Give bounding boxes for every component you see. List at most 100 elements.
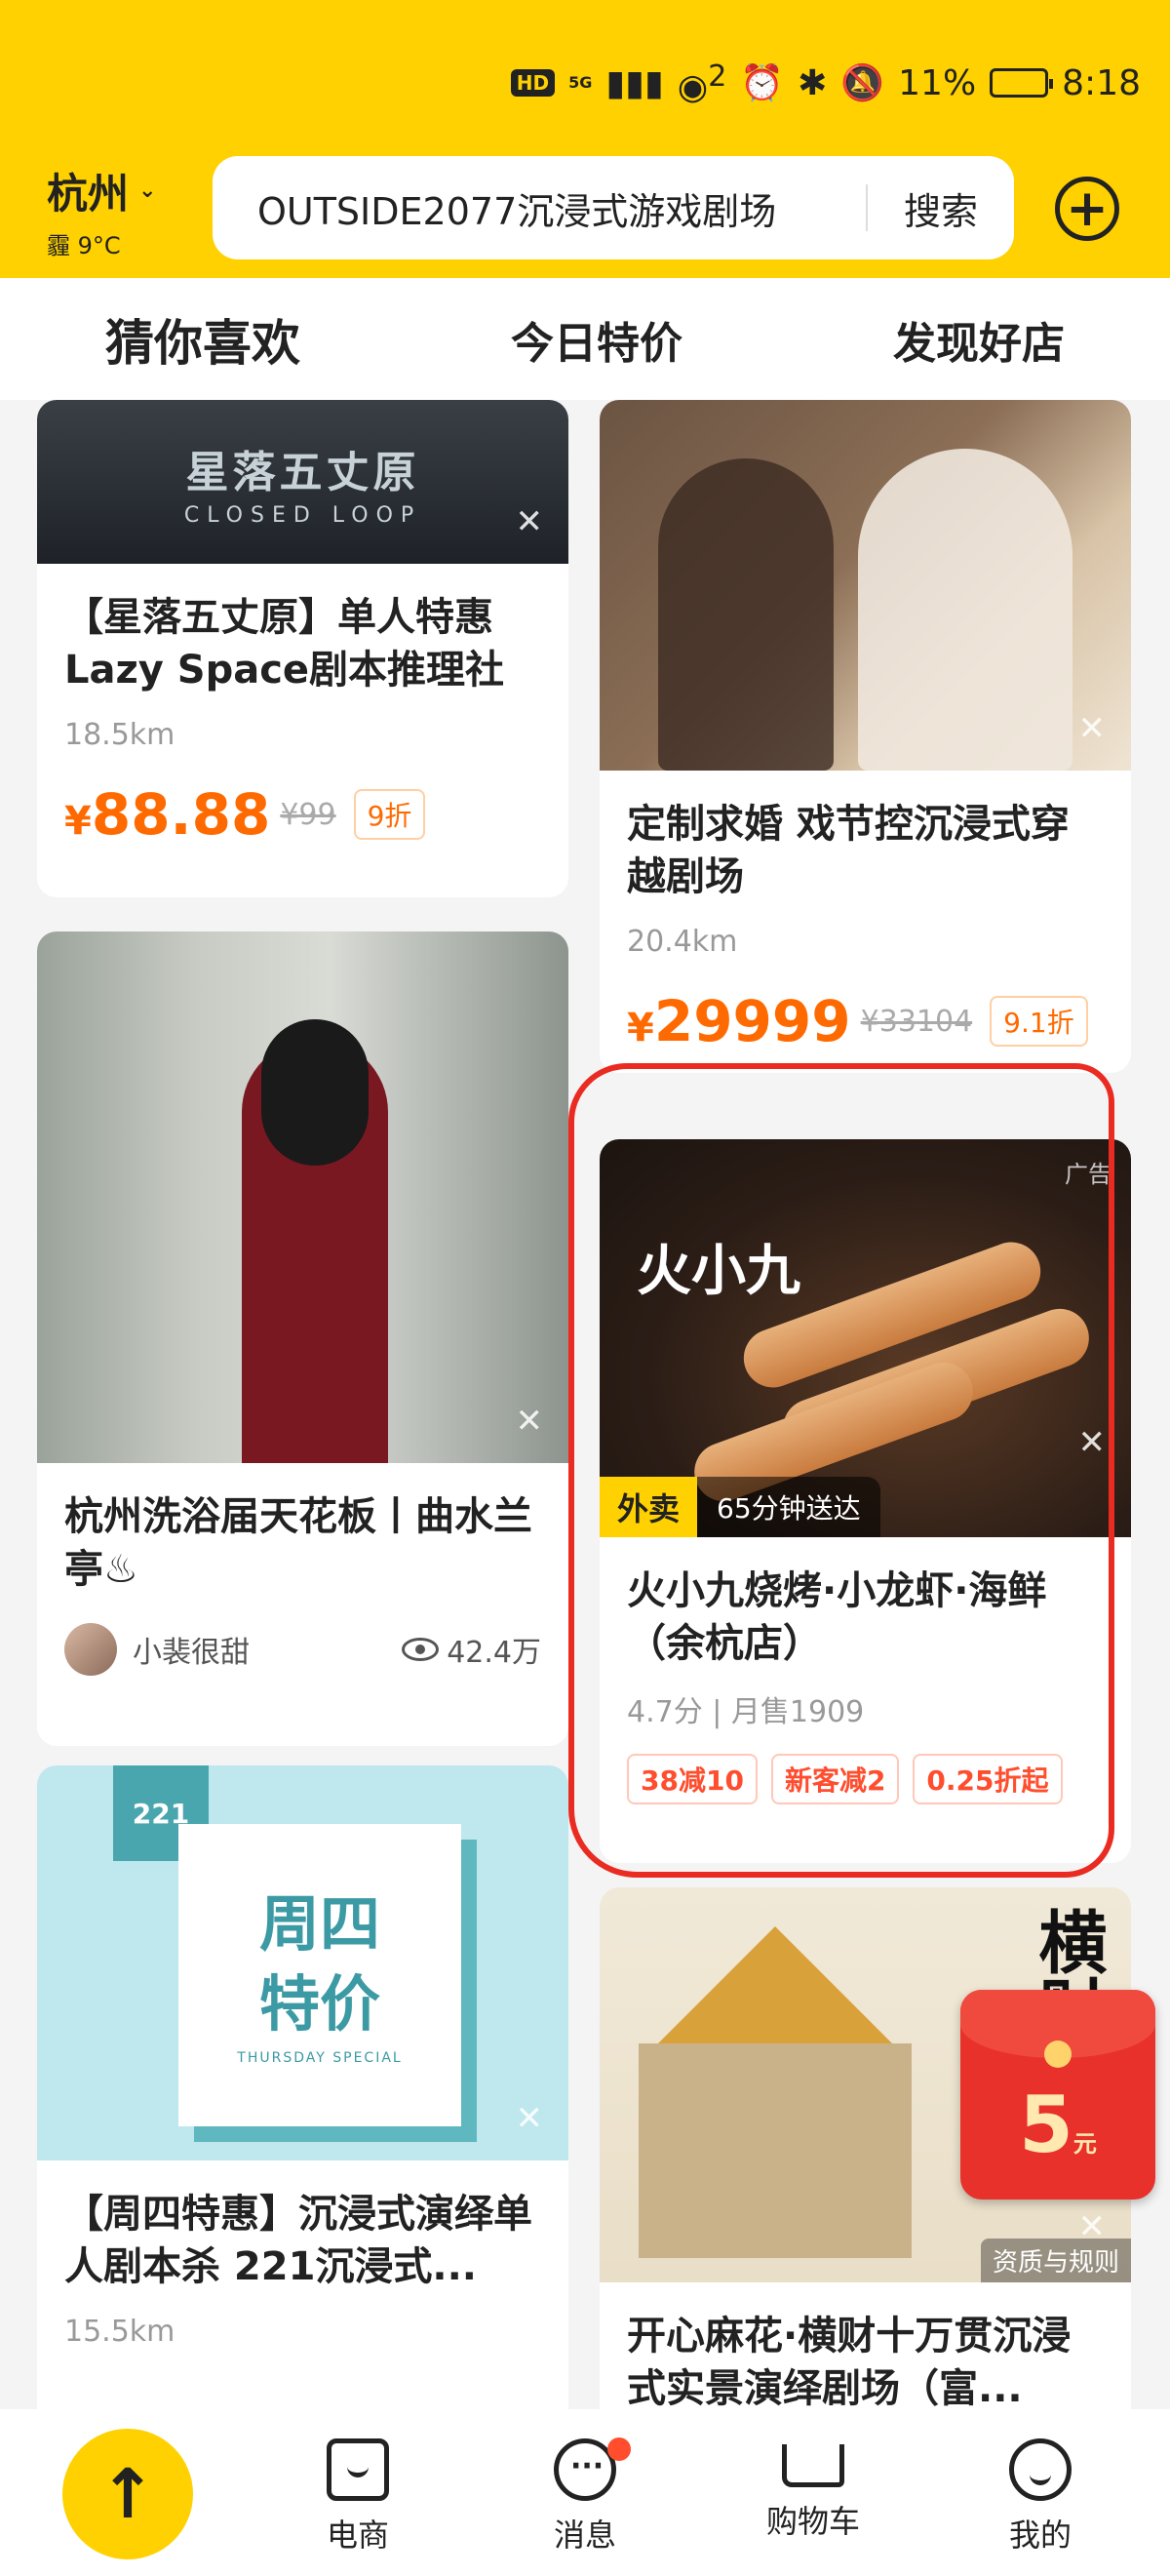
bluetooth-icon: ✱ bbox=[798, 62, 828, 103]
qualification-link[interactable]: 资质与规则 bbox=[980, 2239, 1131, 2282]
cart-icon bbox=[782, 2444, 844, 2487]
close-icon[interactable]: ✕ bbox=[1078, 2210, 1107, 2243]
original-price: ¥33104 bbox=[860, 1004, 973, 1039]
nav-item-messages[interactable]: 消息 bbox=[507, 2437, 663, 2556]
feed-tabs: 猜你喜欢 今日特价 发现好店 bbox=[0, 278, 1170, 400]
avatar[interactable] bbox=[64, 1623, 117, 1676]
status-bar: HD 5G ▮▮▮ ◉2 ⏰ ✱ 🔕 11% 8:18 bbox=[510, 59, 1141, 107]
delivery-tag: 外卖 bbox=[600, 1477, 698, 1537]
search-bar[interactable]: OUTSIDE2077沉浸式游戏剧场 搜索 bbox=[213, 156, 1014, 259]
bottom-nav: ↑ 电商 消息 购物车 我的 bbox=[0, 2409, 1170, 2576]
eye-icon bbox=[402, 1638, 440, 1661]
card-game[interactable]: 星落五丈原 CLOSED LOOP ✕ 【星落五丈原】单人特惠Lazy Spac… bbox=[37, 400, 568, 897]
delivery-time: 65分钟送达 bbox=[697, 1477, 880, 1537]
nav-item-profile[interactable]: 我的 bbox=[962, 2438, 1118, 2556]
price-value: 29999 bbox=[653, 988, 851, 1054]
photo-figure bbox=[858, 449, 1072, 771]
discount-badge: 9.1折 bbox=[990, 996, 1088, 1047]
tab-guess-you-like[interactable]: 猜你喜欢 bbox=[105, 304, 300, 376]
card-title: 【星落五丈原】单人特惠Lazy Space剧本推理社 bbox=[64, 595, 505, 693]
card-title: 定制求婚 戏节控沉浸式穿越剧场 bbox=[627, 802, 1070, 899]
promo-row: 38减10 新客减2 0.25折起 bbox=[627, 1754, 1104, 1804]
distance: 18.5km bbox=[64, 718, 176, 752]
battery-percent: 11% bbox=[898, 62, 977, 103]
close-icon[interactable]: ✕ bbox=[1078, 712, 1107, 745]
red-packet-button[interactable]: 5元 bbox=[960, 1990, 1155, 2200]
add-icon[interactable]: + bbox=[1055, 177, 1119, 241]
distance: 15.5km bbox=[64, 2315, 176, 2349]
promo-badge: 38减10 bbox=[627, 1754, 758, 1804]
card-food-ad[interactable]: 火小九 广告 ✕ 外卖 65分钟送达 火小九烧烤·小龙虾·海鲜（余杭店） 4.7… bbox=[600, 1139, 1131, 1863]
close-icon[interactable]: ✕ bbox=[516, 2102, 544, 2135]
red-packet-seal bbox=[1044, 2041, 1072, 2068]
card-image: ✕ bbox=[37, 931, 568, 1463]
card-image: 星落五丈原 CLOSED LOOP ✕ bbox=[37, 400, 568, 564]
rating-sales: 4.7分 | 月售1909 bbox=[627, 1695, 865, 1729]
image-title: 星落五丈原 bbox=[185, 447, 420, 497]
close-icon[interactable]: ✕ bbox=[516, 1405, 544, 1438]
price-symbol: ¥ bbox=[627, 1006, 654, 1050]
photo-figure bbox=[658, 458, 834, 771]
card-title: 【周四特惠】沉浸式演绎单人剧本杀 221沉浸式... bbox=[64, 2192, 532, 2289]
view-count: 42.4万 bbox=[402, 1628, 541, 1671]
card-image: ✕ bbox=[600, 400, 1131, 771]
tab-daily-deals[interactable]: 今日特价 bbox=[511, 308, 682, 371]
hotspot-icon: ◉2 bbox=[677, 59, 727, 107]
shop-logo: 火小九 bbox=[637, 1239, 800, 1303]
hd-indicator: HD bbox=[510, 69, 556, 97]
illustration-roof bbox=[658, 1926, 892, 2043]
nav-label: 购物车 bbox=[765, 2503, 860, 2540]
promo-panel: 周四 特价 THURSDAY SPECIAL bbox=[178, 1824, 461, 2126]
nav-label: 我的 bbox=[1008, 2517, 1072, 2554]
photo-figure bbox=[261, 1019, 369, 1166]
promo-badge: 0.25折起 bbox=[913, 1754, 1063, 1804]
price-value: 88.88 bbox=[91, 781, 271, 848]
author-name[interactable]: 小裴很甜 bbox=[133, 1628, 402, 1671]
card-image: 221 周四 特价 THURSDAY SPECIAL ✕ bbox=[37, 1765, 568, 2160]
ad-label: 广告 bbox=[1065, 1161, 1112, 1188]
search-button[interactable]: 搜索 bbox=[868, 181, 1014, 235]
city-name: 杭州 bbox=[47, 170, 130, 218]
battery-icon bbox=[990, 68, 1054, 98]
promo-badge: 新客减2 bbox=[770, 1754, 900, 1804]
red-packet-amount: 5元 bbox=[1019, 2080, 1097, 2170]
nav-label: 电商 bbox=[326, 2517, 389, 2554]
nav-label: 消息 bbox=[553, 2517, 616, 2554]
card-title: 杭州洗浴届天花板丨曲水兰亭♨ bbox=[64, 1494, 532, 1592]
close-icon[interactable]: ✕ bbox=[516, 505, 544, 538]
signal-indicator: 5G bbox=[568, 73, 593, 92]
tab-discover-shops[interactable]: 发现好店 bbox=[893, 308, 1065, 371]
promo-text: 周四 bbox=[258, 1888, 380, 1960]
illustration-wall bbox=[639, 2043, 912, 2258]
delivery-strip: 外卖 65分钟送达 bbox=[600, 1477, 880, 1537]
mute-icon: 🔕 bbox=[840, 63, 885, 103]
profile-icon bbox=[1009, 2438, 1072, 2501]
weather-info: 霾 9°C bbox=[47, 232, 121, 259]
red-packet-unit: 元 bbox=[1072, 2130, 1097, 2158]
original-price: ¥99 bbox=[280, 797, 336, 832]
card-title: 开心麻花·横财十万贯沉浸式实景演绎剧场（富... bbox=[627, 2314, 1072, 2409]
app-header: HD 5G ▮▮▮ ◉2 ⏰ ✱ 🔕 11% 8:18 杭州 ⌄ 霾 9°C O… bbox=[0, 0, 1170, 278]
card-bath[interactable]: ✕ 杭州洗浴届天花板丨曲水兰亭♨ 小裴很甜 42.4万 bbox=[37, 931, 568, 1746]
nav-item-cart[interactable]: 购物车 bbox=[735, 2438, 891, 2542]
hotspot-count: 2 bbox=[708, 59, 727, 94]
search-input[interactable]: OUTSIDE2077沉浸式游戏剧场 bbox=[213, 181, 866, 235]
arrow-up-icon[interactable]: ↑ bbox=[62, 2429, 193, 2559]
shop-icon bbox=[327, 2438, 389, 2501]
card-image: 火小九 广告 ✕ 外卖 65分钟送达 bbox=[600, 1139, 1131, 1537]
close-icon[interactable]: ✕ bbox=[1078, 1426, 1107, 1459]
card-thursday[interactable]: 221 周四 特价 THURSDAY SPECIAL ✕ 【周四特惠】沉浸式演绎… bbox=[37, 1765, 568, 2409]
red-packet-value: 5 bbox=[1019, 2080, 1073, 2170]
price-symbol: ¥ bbox=[64, 799, 92, 844]
notification-dot bbox=[607, 2437, 631, 2461]
card-wedding[interactable]: ✕ 定制求婚 戏节控沉浸式穿越剧场 20.4km ¥29999 ¥33104 9… bbox=[600, 400, 1131, 1073]
price: ¥88.88 bbox=[64, 781, 270, 848]
promo-text: 特价 bbox=[258, 1968, 380, 2040]
distance: 20.4km bbox=[627, 925, 738, 959]
message-icon bbox=[554, 2437, 631, 2501]
signal-bars-icon: ▮▮▮ bbox=[605, 62, 664, 103]
city-selector[interactable]: 杭州 ⌄ 霾 9°C bbox=[47, 161, 156, 260]
card-title: 火小九烧烤·小龙虾·海鲜（余杭店） bbox=[627, 1568, 1047, 1666]
nav-item-shop[interactable]: 电商 bbox=[280, 2438, 436, 2556]
image-subtitle: CLOSED LOOP bbox=[183, 502, 422, 528]
